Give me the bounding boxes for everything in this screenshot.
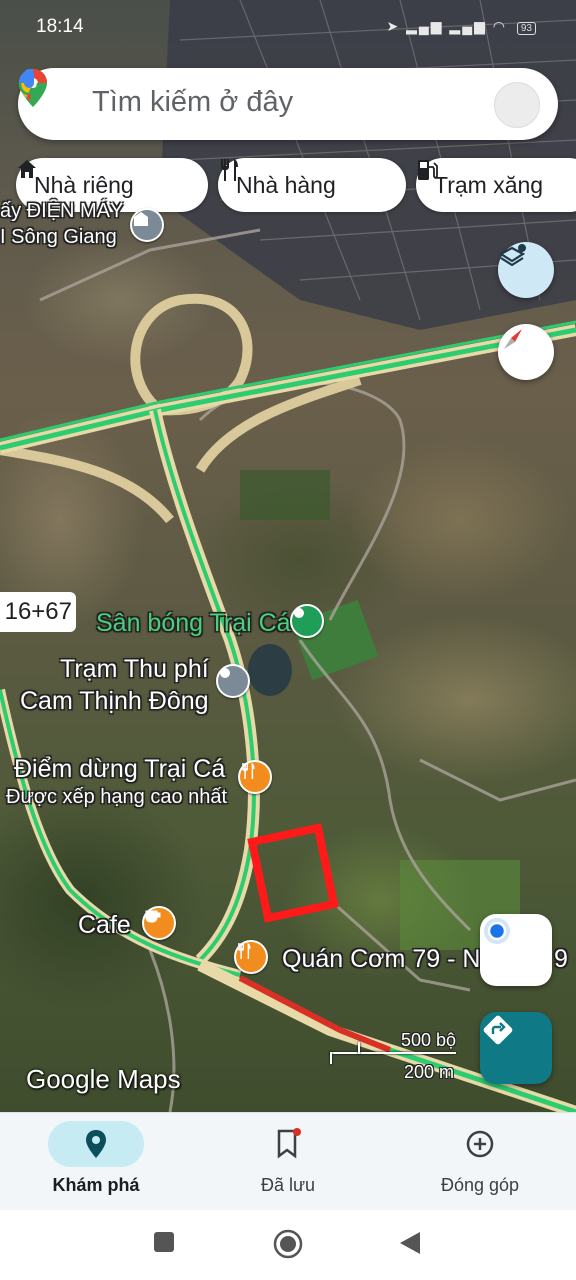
recents-square-icon[interactable] (152, 1230, 176, 1254)
scale-imperial: 500 bộ (400, 1030, 456, 1050)
back-triangle-icon[interactable] (398, 1230, 422, 1256)
map-label-stop[interactable]: Điểm dừng Trại Cá (14, 755, 225, 784)
map-label-toll-line2[interactable]: Cam Thịnh Đông (20, 687, 209, 716)
nav-explore-pill (48, 1121, 144, 1167)
mic-icon[interactable] (18, 68, 40, 102)
poi-stadium-icon[interactable] (290, 604, 324, 638)
map-label-store-line2[interactable]: I Sông Giang (0, 226, 117, 248)
poi-toll-icon[interactable] (216, 664, 250, 698)
map-label-stop-rating: Được xếp hạng cao nhất (6, 786, 228, 808)
home-icon (18, 160, 36, 178)
my-location-button[interactable] (480, 914, 552, 986)
nav-contribute-label: Đóng góp (440, 1175, 520, 1195)
explore-pin-icon (86, 1130, 106, 1158)
map-label-stadium[interactable]: Sân bóng Trại Cá (96, 609, 291, 638)
layers-button[interactable] (498, 242, 554, 298)
signal-icon: ▂▄▆ (406, 18, 444, 34)
signal2-icon: ▂▄▆ (449, 18, 487, 34)
nav-contribute-pill (432, 1121, 528, 1167)
scale-line (330, 1052, 456, 1054)
add-circle-icon (466, 1130, 494, 1158)
directions-icon (483, 1015, 513, 1045)
chip-gas-station[interactable]: Trạm xăng (416, 158, 576, 212)
scale-tick (330, 1052, 332, 1064)
poi-store-icon[interactable] (130, 208, 164, 242)
chip-restaurant[interactable]: Nhà hàng (218, 158, 406, 212)
status-icons: ➤ ▂▄▆ ▂▄▆ ◠ 93 (386, 18, 536, 35)
search-bar[interactable]: Tìm kiếm ở đây (18, 68, 558, 140)
restaurant-icon (242, 763, 255, 779)
home-circle-icon[interactable] (272, 1228, 304, 1260)
place-dot-icon (294, 608, 304, 618)
bookmark-icon (277, 1128, 301, 1159)
marked-area (247, 823, 339, 923)
google-maps-logo: Google Maps (26, 1064, 181, 1094)
restaurant-icon (221, 159, 238, 181)
map-scale: 500 bộ 200 m (330, 1030, 456, 1086)
nav-saved[interactable]: Đã lưu (192, 1113, 384, 1211)
poi-stop-restaurant-icon[interactable] (238, 760, 272, 794)
poi-cafe-icon[interactable] (142, 906, 176, 940)
gas-station-icon (418, 160, 438, 180)
restaurant-icon (238, 943, 251, 959)
system-navigation-bar (0, 1210, 576, 1280)
scale-metric: 200 m (403, 1062, 454, 1082)
map-view[interactable]: 18:14 ➤ ▂▄▆ ▂▄▆ ◠ 93 Tìm kiếm ở đây Nhà … (0, 0, 576, 1112)
battery-icon: 93 (516, 22, 536, 35)
avatar[interactable] (494, 82, 540, 128)
compass-button[interactable] (498, 324, 554, 380)
nav-explore-label: Khám phá (52, 1175, 140, 1195)
road-number-badge: 16+67 (0, 592, 76, 632)
my-location-icon (484, 918, 510, 944)
map-label-toll[interactable]: Trạm Thu phí (60, 655, 209, 684)
chip-restaurant-label: Nhà hàng (236, 171, 336, 198)
layers-icon (498, 244, 526, 267)
nav-explore[interactable]: Khám phá (0, 1113, 192, 1211)
place-dot-icon (220, 668, 230, 678)
nav-saved-label: Đã lưu (260, 1175, 316, 1195)
scale-tick (358, 1042, 360, 1054)
chip-gas-label: Trạm xăng (434, 171, 544, 198)
chip-home-label: Nhà riêng (34, 171, 134, 198)
coffee-cup-icon (145, 910, 161, 923)
status-bar: 18:14 ➤ ▂▄▆ ▂▄▆ ◠ 93 (0, 0, 576, 56)
map-label-store[interactable]: ấy ĐIỆN MÁY (0, 200, 123, 222)
nav-contribute[interactable]: Đóng góp (384, 1113, 576, 1211)
location-arrow-icon: ➤ (386, 18, 401, 34)
map-label-restaurant-tail: 9 (554, 945, 568, 973)
wifi-icon: ◠ (492, 18, 507, 34)
directions-button[interactable] (480, 1012, 552, 1084)
bottom-navigation: Khám phá Đã lưu Đóng góp (0, 1112, 576, 1210)
status-time: 18:14 (36, 16, 84, 37)
compass-icon (504, 329, 522, 349)
map-label-cafe[interactable]: Cafe (78, 911, 131, 940)
store-icon (134, 212, 148, 226)
poi-restaurant-icon[interactable] (234, 940, 268, 974)
search-input[interactable]: Tìm kiếm ở đây (92, 86, 293, 119)
nav-saved-pill (240, 1121, 336, 1167)
map-label-restaurant[interactable]: Quán Cơm 79 - N (282, 945, 480, 974)
